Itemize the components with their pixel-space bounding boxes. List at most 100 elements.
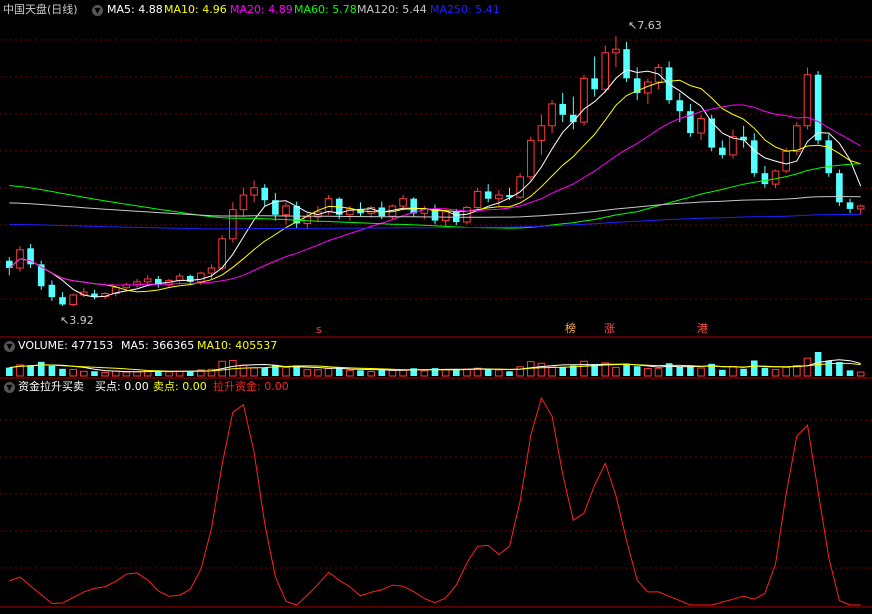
ma60-label: MA60: 5.78 xyxy=(294,3,357,16)
chevron-down-icon[interactable]: ▼ xyxy=(4,341,15,352)
lift-fund-value: 拉升资金: 0.00 xyxy=(213,380,289,393)
candle-body xyxy=(771,170,780,185)
volume-bar xyxy=(250,367,258,377)
volume-bar xyxy=(644,368,652,377)
candle-body xyxy=(282,205,290,216)
event-marker-bang[interactable]: 榜 xyxy=(565,322,576,336)
candle-body xyxy=(793,125,801,152)
candle-body xyxy=(856,205,865,210)
candle-body xyxy=(207,267,216,274)
candle-body xyxy=(48,284,56,298)
volume-bar xyxy=(261,367,269,376)
candle-body xyxy=(441,211,450,222)
volume-bar xyxy=(580,360,588,377)
volume-bar xyxy=(388,369,397,377)
candle-body xyxy=(719,147,726,155)
volume-bar xyxy=(771,369,780,377)
candle-body xyxy=(495,194,503,200)
ma10-line xyxy=(8,79,861,293)
candle-body xyxy=(484,191,492,199)
sell-point-value: 卖点: 0.00 xyxy=(153,380,207,393)
candle-body xyxy=(261,187,269,201)
candle-body xyxy=(516,176,524,198)
ma250-label: MA250: 5.41 xyxy=(430,3,500,16)
candle-body xyxy=(623,49,630,79)
volume-bar xyxy=(623,364,630,376)
volume-bar xyxy=(484,369,492,376)
volume-bar xyxy=(697,367,705,377)
candle-body xyxy=(697,117,705,134)
candle-body xyxy=(473,190,482,208)
buy-point-value: 买点: 0.00 xyxy=(95,380,149,393)
candle-body xyxy=(750,140,758,174)
volume-bar xyxy=(719,369,726,376)
candle-body xyxy=(91,293,98,297)
candle-body xyxy=(218,238,226,269)
volume-bar xyxy=(27,365,34,376)
candle-body xyxy=(814,74,822,141)
volume-bar xyxy=(537,362,546,377)
candle-body xyxy=(143,278,152,283)
event-marker-s[interactable]: s xyxy=(316,323,322,337)
candle-body xyxy=(559,103,567,115)
candle-body xyxy=(676,100,684,112)
ma10-label: MA10: 4.96 xyxy=(164,3,227,16)
volume-bar xyxy=(633,366,641,376)
candle-body xyxy=(526,139,535,178)
candle-body xyxy=(654,66,663,83)
volume-bar xyxy=(367,370,375,377)
volume-bar xyxy=(559,366,567,376)
volume-bar xyxy=(729,365,737,377)
volume-bar xyxy=(676,366,684,376)
candle-body xyxy=(591,78,598,90)
volume-bar xyxy=(740,368,747,376)
volume-bar xyxy=(239,364,248,377)
volume-bar xyxy=(803,357,812,377)
high-price-marker: ↖7.63 xyxy=(628,19,662,32)
candle-body xyxy=(601,52,610,90)
candle-body xyxy=(836,173,843,203)
ma5-line xyxy=(8,69,862,298)
volume-bar xyxy=(836,362,843,376)
volume-bar xyxy=(175,370,184,377)
lift-fund-line xyxy=(9,396,861,606)
volume-bar xyxy=(69,368,77,377)
volume-bar xyxy=(80,370,88,377)
event-marker-gang[interactable]: 港 xyxy=(697,322,708,336)
volume-bar xyxy=(303,369,312,377)
chevron-down-icon[interactable]: ▼ xyxy=(4,382,15,393)
volume-bar xyxy=(48,365,56,376)
volume-bar xyxy=(782,366,790,377)
volume-bar xyxy=(441,368,450,377)
volume-bar xyxy=(314,369,322,377)
volume-bar xyxy=(37,361,45,376)
candle-body xyxy=(197,272,205,283)
candle-body xyxy=(186,276,194,282)
volume-bar xyxy=(612,366,620,377)
candle-body xyxy=(612,48,620,54)
candle-body xyxy=(229,209,237,240)
ma5-label: MA5: 4.88 xyxy=(107,3,163,16)
volume-bar xyxy=(122,371,131,377)
volume-bar xyxy=(846,370,854,376)
candle-body xyxy=(729,136,737,156)
volume-bar xyxy=(59,368,66,376)
stock-title: 中国天盘(日线) xyxy=(3,3,78,16)
event-marker-zhang[interactable]: 涨 xyxy=(604,322,615,336)
volume-bar xyxy=(399,369,407,377)
candle-body xyxy=(59,297,66,305)
volume-bar xyxy=(357,370,364,376)
candle-body xyxy=(6,260,13,268)
volume-bar xyxy=(165,371,173,377)
volume-bar xyxy=(750,360,758,376)
indicator-title: 资金拉升买卖 xyxy=(18,380,84,393)
volume-bar xyxy=(282,367,290,377)
volume-bar xyxy=(856,371,865,377)
chevron-down-icon[interactable]: ▼ xyxy=(92,5,103,16)
candle-body xyxy=(69,294,77,305)
candle-body xyxy=(239,194,248,211)
candle-body xyxy=(548,103,556,127)
volume-bar xyxy=(452,369,460,376)
candle-body xyxy=(175,275,184,281)
stock-chart xyxy=(0,36,872,608)
